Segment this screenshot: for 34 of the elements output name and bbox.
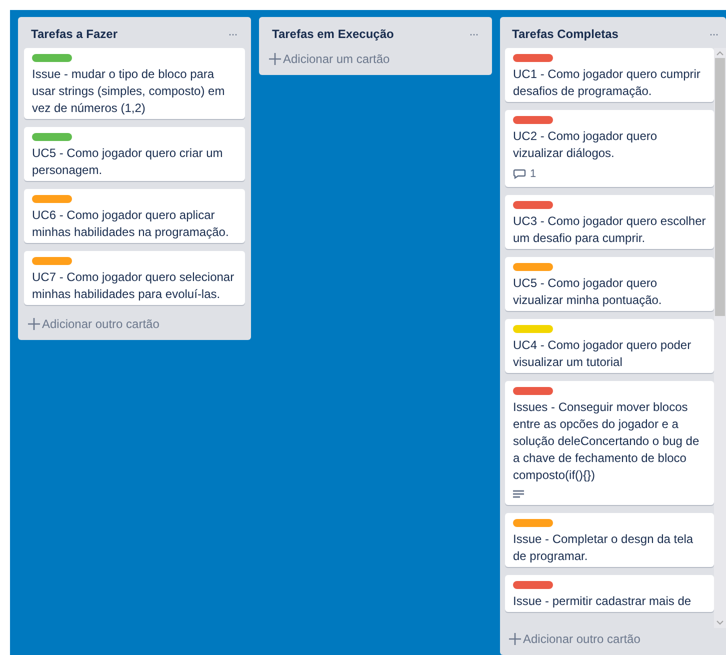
card[interactable]: UC2 - Como jogador quero vizualizar diálogos. 1 bbox=[505, 110, 714, 186]
scrollbar-thumb[interactable] bbox=[715, 58, 725, 316]
card[interactable]: UC7 - Como jogador quero selecionar minhas habilidades para evoluí-las. bbox=[24, 251, 245, 305]
card[interactable]: Issues - Conseguir mover blocos entre as opcões do jogador e a solução deleConcertando o bug de a chave de fechamento de bloco composto(if(){}) bbox=[505, 380, 714, 504]
card-title: UC7 - Como jogador quero selecionar minhas habilidades para evoluí-las. bbox=[32, 269, 236, 303]
card-title: Issue - Completar o desgn da tela de programar. bbox=[513, 530, 694, 564]
card[interactable]: UC5 - Como jogador quero vizualizar minha pontuação. bbox=[505, 256, 714, 310]
card[interactable]: UC3 - Como jogador quero escolher um desafio para cumprir. bbox=[505, 194, 714, 248]
card-title: Issues - Conseguir mover blocos entre as opcões do jogador e a solução deleConcertando o bug de a chave de fechamento de bloco composto(if(){}) bbox=[513, 398, 700, 484]
card-title: UC3 - Como jogador quero escolher um desafio para cumprir. bbox=[513, 212, 706, 246]
card-title: UC2 - Como jogador quero vizualizar diálogos. bbox=[513, 128, 658, 162]
card-title: UC6 - Como jogador quero aplicar minhas habilidades na programação. bbox=[32, 207, 230, 241]
card[interactable]: UC1 - Como jogador quero cumprir desafios de programação. bbox=[505, 48, 714, 102]
card-title: UC4 - Como jogador quero poder visualizar um tutorial bbox=[513, 336, 692, 370]
plus-icon bbox=[28, 318, 40, 330]
card[interactable]: UC4 - Como jogador quero poder visualizar um tutorial bbox=[505, 318, 714, 372]
card[interactable]: Issue - mudar o tipo de bloco para usar strings (simples, composto) em vez de números (1,2) bbox=[24, 48, 245, 119]
comment-icon bbox=[513, 168, 526, 180]
card-title: UC5 - Como jogador quero vizualizar minha pontuação. bbox=[513, 274, 663, 308]
card-title: Issue - permitir cadastrar mais de bbox=[513, 592, 692, 610]
scrollbar[interactable] bbox=[714, 48, 726, 628]
card[interactable]: Issue - permitir cadastrar mais de bbox=[505, 574, 714, 612]
card[interactable]: UC5 - Como jogador quero criar um personagem. bbox=[24, 127, 245, 181]
list-title: Tarefas Completas bbox=[512, 26, 618, 43]
list-title: Tarefas em Execução bbox=[272, 26, 394, 43]
plus-icon bbox=[269, 53, 281, 65]
list-title: Tarefas a Fazer bbox=[31, 26, 118, 43]
card-title: UC5 - Como jogador quero criar um personagem. bbox=[32, 145, 224, 179]
plus-icon bbox=[509, 633, 521, 645]
card[interactable]: UC6 - Como jogador quero aplicar minhas habilidades na programação. bbox=[24, 189, 245, 243]
comment-count: 1 bbox=[530, 167, 536, 182]
card-title: UC1 - Como jogador quero cumprir desafios de programação. bbox=[513, 66, 702, 100]
card-title: Issue - mudar o tipo de bloco para usar strings (simples, composto) em vez de números (1,2) bbox=[32, 66, 226, 117]
card[interactable]: Issue - Completar o desgn da tela de programar. bbox=[505, 512, 714, 566]
